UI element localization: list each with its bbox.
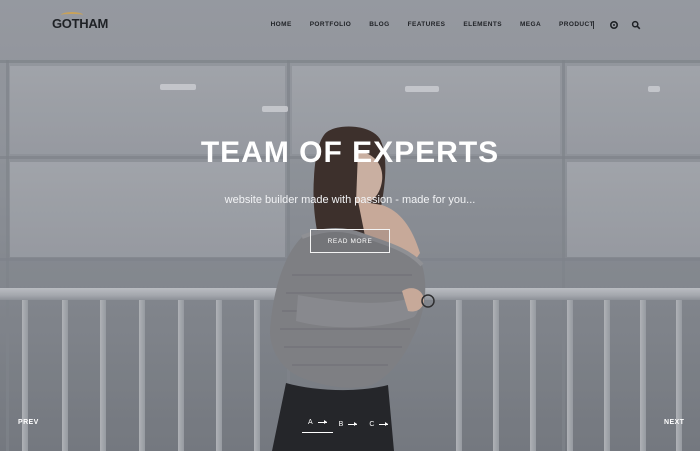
hero-headline: TEAM OF EXPERTS bbox=[200, 136, 500, 169]
nav-item-elements[interactable]: ELEMENTS bbox=[454, 21, 511, 28]
site-header: GOTHAM HOME PORTFOLIO BLOG FEATURES ELEM… bbox=[0, 0, 700, 52]
hero-background bbox=[0, 0, 700, 451]
slider-dot-c[interactable]: C bbox=[369, 419, 389, 430]
slider-dot-label: A bbox=[308, 419, 313, 426]
arrow-right-icon bbox=[348, 422, 358, 426]
main-nav: HOME PORTFOLIO BLOG FEATURES ELEMENTS ME… bbox=[262, 21, 603, 28]
slider-dot-label: C bbox=[369, 421, 375, 428]
arrow-right-icon bbox=[379, 422, 389, 426]
slider-dot-label: B bbox=[338, 421, 344, 428]
nav-item-portfolio[interactable]: PORTFOLIO bbox=[301, 21, 361, 28]
arrow-right-icon bbox=[317, 420, 327, 424]
nav-divider bbox=[593, 21, 594, 29]
brand-logo[interactable]: GOTHAM bbox=[52, 16, 108, 31]
slider-next-button[interactable]: NEXT bbox=[664, 419, 684, 426]
slider-pagination: A B C bbox=[302, 419, 389, 433]
nav-item-features[interactable]: FEATURES bbox=[399, 21, 455, 28]
slider-dot-a[interactable]: A bbox=[302, 419, 333, 433]
search-icon[interactable] bbox=[631, 20, 641, 30]
slider-prev-button[interactable]: PREV bbox=[18, 419, 39, 426]
read-more-button[interactable]: READ MORE bbox=[310, 229, 390, 253]
hero-subline: website builder made with passion - made… bbox=[224, 194, 476, 206]
nav-item-product[interactable]: PRODUCT bbox=[550, 21, 603, 28]
nav-item-home[interactable]: HOME bbox=[262, 21, 301, 28]
nav-item-blog[interactable]: BLOG bbox=[360, 21, 398, 28]
slider-dot-b[interactable]: B bbox=[339, 419, 358, 430]
cart-icon[interactable] bbox=[609, 20, 619, 30]
nav-item-mega[interactable]: MEGA bbox=[511, 21, 550, 28]
